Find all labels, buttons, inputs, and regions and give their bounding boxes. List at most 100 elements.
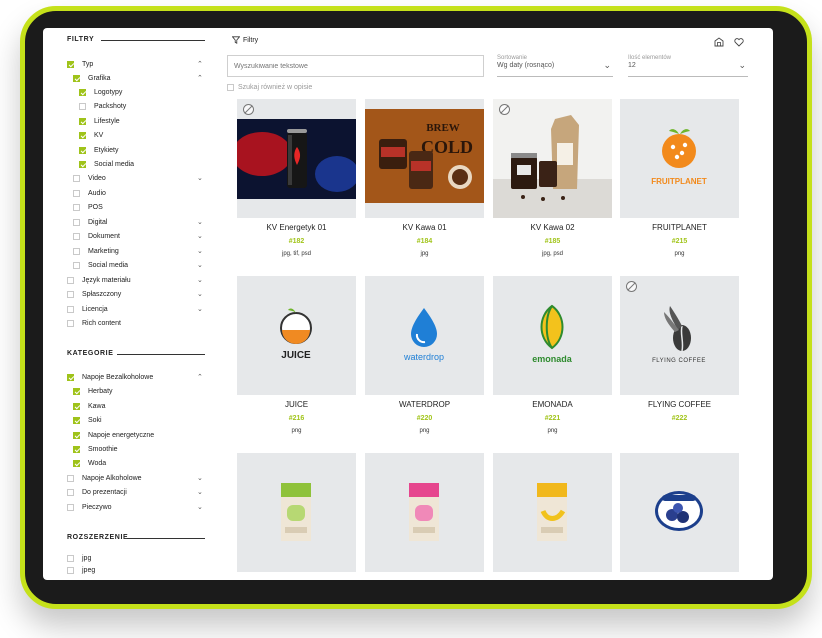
checkbox[interactable] — [73, 416, 80, 424]
chevron-down-icon[interactable]: ⌄ — [197, 276, 203, 284]
asset-thumbnail[interactable] — [493, 99, 612, 218]
filter-grafika[interactable]: Grafika ⌃ — [73, 72, 207, 84]
asset-thumbnail[interactable] — [237, 453, 356, 572]
checkbox[interactable] — [67, 566, 74, 574]
checkbox[interactable] — [67, 503, 74, 511]
category-napoje-alkoholowe[interactable]: Napoje Alkoholowe ⌄ — [67, 472, 207, 484]
filter-digital[interactable]: Digital ⌄ — [73, 216, 207, 228]
checkbox[interactable] — [67, 305, 74, 313]
filter-typ[interactable]: Typ ⌃ — [67, 58, 207, 70]
category-soki[interactable]: Soki — [73, 414, 102, 426]
chevron-down-icon[interactable]: ⌄ — [197, 474, 203, 482]
chevron-up-icon[interactable]: ⌃ — [197, 74, 203, 82]
extension-jpg[interactable]: jpg — [67, 552, 91, 564]
checkbox[interactable] — [73, 174, 80, 182]
checkbox[interactable] — [73, 445, 80, 453]
category-label: Napoje Bezalkoholowe — [82, 373, 154, 381]
chevron-up-icon[interactable]: ⌃ — [197, 60, 203, 68]
asset-thumbnail[interactable]: BREW COLD — [365, 99, 484, 218]
filter-marketing[interactable]: Marketing ⌄ — [73, 245, 207, 257]
chevron-up-icon[interactable]: ⌃ — [197, 373, 203, 381]
filter-video[interactable]: Video ⌄ — [73, 172, 207, 184]
filter-splaszczony[interactable]: Spłaszczony ⌄ — [67, 288, 207, 300]
chevron-down-icon[interactable]: ⌄ — [197, 488, 203, 496]
filters-toggle-button[interactable]: Filtry — [232, 36, 258, 44]
checkbox[interactable] — [79, 117, 86, 125]
filter-rich-content[interactable]: Rich content — [67, 317, 121, 329]
checkbox[interactable] — [73, 431, 80, 439]
chevron-down-icon[interactable]: ⌄ — [197, 290, 203, 298]
chevron-down-icon[interactable]: ⌄ — [197, 247, 203, 255]
filter-packshoty[interactable]: Packshoty — [79, 100, 126, 112]
asset-thumbnail[interactable]: JUICE — [237, 276, 356, 395]
heart-icon[interactable] — [732, 35, 746, 49]
asset-thumbnail[interactable]: waterdrop — [365, 276, 484, 395]
asset-thumbnail[interactable]: FRUITPLANET — [620, 99, 739, 218]
checkbox[interactable] — [73, 402, 80, 410]
checkbox[interactable] — [79, 160, 86, 168]
checkbox[interactable] — [73, 247, 80, 255]
chevron-down-icon[interactable]: ⌄ — [197, 261, 203, 269]
checkbox[interactable] — [79, 131, 86, 139]
checkbox[interactable] — [79, 102, 86, 110]
checkbox[interactable] — [79, 146, 86, 154]
category-kawa[interactable]: Kawa — [73, 400, 106, 412]
checkbox[interactable] — [67, 290, 74, 298]
checkbox[interactable] — [73, 74, 80, 82]
category-napoje-energetyczne[interactable]: Napoje energetyczne — [73, 429, 154, 441]
checkbox[interactable] — [67, 554, 74, 562]
checkbox[interactable] — [73, 261, 80, 269]
checkbox[interactable] — [227, 84, 234, 91]
chevron-down-icon[interactable]: ⌄ — [197, 174, 203, 182]
category-do-prezentacji[interactable]: Do prezentacji ⌄ — [67, 486, 207, 498]
checkbox[interactable] — [73, 189, 80, 197]
checkbox[interactable] — [79, 88, 86, 96]
asset-id: #222 — [671, 415, 688, 422]
checkbox[interactable] — [73, 203, 80, 211]
asset-thumbnail[interactable]: emonada — [493, 276, 612, 395]
asset-thumbnail[interactable] — [365, 453, 484, 572]
checkbox[interactable] — [73, 232, 80, 240]
category-herbaty[interactable]: Herbaty — [73, 385, 113, 397]
filter-pos[interactable]: POS — [73, 201, 103, 213]
checkbox[interactable] — [67, 276, 74, 284]
filter-lifestyle[interactable]: Lifestyle — [79, 115, 120, 127]
asset-thumbnail[interactable] — [237, 99, 356, 218]
checkbox[interactable] — [67, 319, 74, 327]
checkbox[interactable] — [67, 60, 74, 68]
chevron-down-icon[interactable]: ⌄ — [197, 232, 203, 240]
filter-audio[interactable]: Audio — [73, 187, 106, 199]
checkbox[interactable] — [73, 218, 80, 226]
category-napoje-bezalkoholowe[interactable]: Napoje Bezalkoholowe ⌃ — [67, 371, 207, 383]
store-icon[interactable] — [712, 35, 726, 49]
chevron-down-icon[interactable]: ⌄ — [197, 503, 203, 511]
filter-dokument[interactable]: Dokument ⌄ — [73, 230, 207, 242]
filter-licencja[interactable]: Licencja ⌄ — [67, 303, 207, 315]
search-description-option[interactable]: Szukaj również w opisie — [227, 84, 312, 91]
checkbox[interactable] — [67, 488, 74, 496]
checkbox[interactable] — [67, 373, 74, 381]
checkbox[interactable] — [73, 387, 80, 395]
chevron-down-icon[interactable]: ⌄ — [197, 218, 203, 226]
category-smoothie[interactable]: Smoothie — [73, 443, 118, 455]
filter-logotypy[interactable]: Logotypy — [79, 86, 122, 98]
juice-logo-text: JUICE — [281, 350, 311, 361]
asset-thumbnail[interactable]: FLYING COFFEE — [620, 276, 739, 395]
filter-jezyk-materialu[interactable]: Język materiału ⌄ — [67, 274, 207, 286]
checkbox[interactable] — [73, 459, 80, 467]
filter-etykiety[interactable]: Etykiety — [79, 144, 119, 156]
asset-thumbnail[interactable] — [620, 453, 739, 572]
chevron-down-icon[interactable]: ⌄ — [197, 305, 203, 313]
asset-thumbnail[interactable] — [493, 453, 612, 572]
category-woda[interactable]: Woda — [73, 457, 106, 469]
filter-kv[interactable]: KV — [79, 129, 103, 141]
checkbox[interactable] — [67, 474, 74, 482]
category-pieczywo[interactable]: Pieczywo ⌄ — [67, 501, 207, 513]
count-select[interactable]: Ilość elementów 12 ⌄ — [628, 55, 748, 77]
filter-social-media-grafika[interactable]: Social media — [79, 158, 134, 170]
extension-jpeg[interactable]: jpeg — [67, 564, 95, 576]
filter-social-media[interactable]: Social media ⌄ — [73, 259, 207, 271]
sort-select[interactable]: Sortowanie Wg daty (rosnąco) ⌄ — [497, 55, 613, 77]
search-input[interactable] — [227, 55, 484, 77]
brew-cold-image: BREW COLD — [365, 109, 484, 203]
